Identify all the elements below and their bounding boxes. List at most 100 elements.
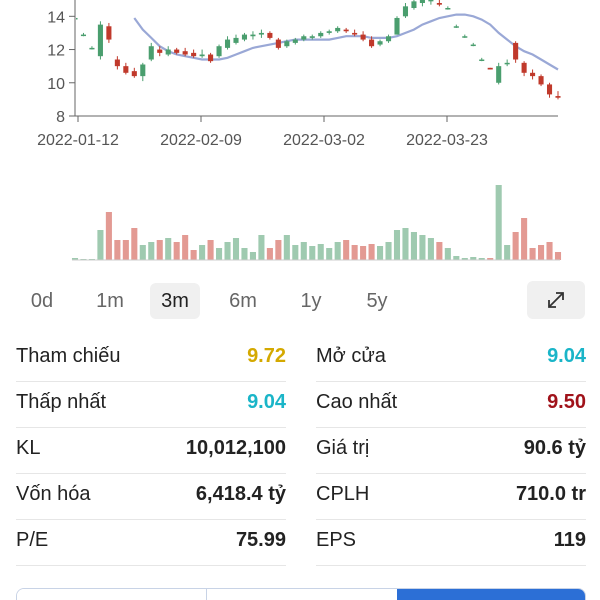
bottom-action-bar[interactable] — [16, 588, 586, 600]
volume-bar — [495, 185, 502, 260]
candle-body — [148, 46, 154, 60]
volume-bar — [393, 230, 401, 260]
stat-item: Vốn hóa 6,418.4 tỷ — [16, 474, 286, 520]
candle-body — [453, 26, 459, 28]
row-divider — [16, 565, 286, 566]
volume-bar — [410, 232, 417, 260]
volume-bar — [148, 242, 155, 260]
volume-bar — [292, 245, 299, 260]
candle-body — [123, 66, 129, 73]
x-tick-label: 2022-03-23 — [406, 132, 488, 149]
candle-body — [250, 34, 256, 37]
stats-row: KL 10,012,100 Giá trị 90.6 tỷ — [0, 428, 600, 474]
stat-item: Thấp nhất 9.04 — [16, 382, 286, 428]
stats-row: P/E 75.99 EPS 119 — [0, 520, 600, 566]
candle-body — [513, 42, 519, 60]
candle-body — [411, 1, 417, 8]
stat-value: 6,418.4 tỷ — [195, 483, 286, 505]
y-tick-label: 10 — [47, 76, 65, 93]
volume-bar — [419, 235, 426, 260]
volume-bar — [343, 240, 350, 260]
candle-body — [326, 31, 332, 33]
volume-bar — [402, 228, 409, 260]
y-tick-label: 12 — [47, 43, 65, 60]
stat-value: 9.04 — [247, 391, 286, 413]
candle-body — [496, 66, 502, 83]
x-tick-label: 2022-03-02 — [283, 132, 365, 149]
candle-body — [377, 41, 383, 45]
candle-body — [174, 49, 180, 53]
volume-bar — [275, 240, 282, 260]
candle-body — [292, 39, 298, 43]
candle-body — [258, 32, 264, 35]
stat-item: CPLH 710.0 tr — [316, 474, 586, 520]
candle-body — [385, 36, 392, 42]
price-chart[interactable]: 8 10 12 14 2022-01-12 2022-02-09 2022-03-02 202… — [0, 0, 600, 280]
tab-3m[interactable]: 3m — [150, 283, 200, 319]
tab-0d[interactable]: 0d — [20, 283, 64, 319]
volume-bar — [97, 230, 104, 260]
tab-1y[interactable]: 1y — [286, 283, 336, 319]
stat-item: KL 10,012,100 — [16, 428, 286, 474]
candle-body — [555, 96, 561, 98]
stat-item: P/E 75.99 — [16, 520, 286, 566]
stat-value: 119 — [553, 529, 586, 551]
candle-body — [131, 71, 137, 77]
volume-bar — [385, 242, 392, 260]
candle-body — [538, 76, 544, 85]
volume-bar — [266, 248, 273, 260]
volume-bar — [224, 242, 231, 260]
volume-bar — [360, 246, 367, 260]
volume-bar — [241, 248, 248, 260]
stat-label: Cao nhất — [316, 391, 398, 413]
expand-arrows-icon — [548, 292, 564, 308]
volume-bar — [105, 212, 112, 260]
volume-bar — [334, 242, 341, 260]
candle-body — [360, 34, 366, 40]
volume-bar — [317, 244, 324, 260]
y-tick-label: 8 — [56, 109, 65, 126]
bottom-action-segment-primary[interactable] — [397, 589, 585, 600]
candle-body — [216, 46, 222, 57]
candle-body — [309, 36, 315, 38]
stat-item: EPS 119 — [316, 520, 586, 566]
tab-6m[interactable]: 6m — [218, 283, 268, 319]
volume-bar — [512, 232, 519, 260]
stat-label: P/E — [16, 529, 49, 551]
stat-item: Giá trị 90.6 tỷ — [316, 428, 586, 474]
stat-item: Mở cửa 9.04 — [316, 336, 586, 382]
volume-bar — [351, 245, 358, 260]
candle-body — [97, 24, 103, 57]
row-divider — [316, 565, 586, 566]
tab-1m[interactable]: 1m — [86, 283, 134, 319]
volume-bar — [190, 250, 197, 260]
stat-value: 90.6 tỷ — [523, 437, 586, 459]
candle-body — [394, 17, 400, 35]
candle-body — [140, 64, 146, 77]
candle-body — [343, 29, 349, 32]
bottom-action-segment[interactable] — [207, 589, 397, 600]
bottom-action-segment[interactable] — [17, 589, 207, 600]
candle-body — [546, 84, 553, 95]
expand-chart-button[interactable] — [527, 281, 585, 319]
volume-bar — [249, 252, 256, 260]
candle-body — [470, 44, 476, 47]
stats-row: Vốn hóa 6,418.4 tỷ CPLH 710.0 tr — [0, 474, 600, 520]
volume-bar — [538, 245, 545, 260]
stat-value: 9.72 — [247, 345, 286, 367]
candle-body — [521, 62, 527, 73]
volume-bar — [165, 238, 172, 260]
stat-label: EPS — [316, 529, 357, 551]
candle-body — [165, 49, 171, 55]
stat-value: 75.99 — [235, 529, 286, 551]
candle-body — [428, 0, 434, 2]
volume-bar — [182, 235, 189, 260]
stat-label: Thấp nhất — [16, 391, 107, 413]
stats-row: Thấp nhất 9.04 Cao nhất 9.50 — [0, 382, 600, 428]
candle-body — [318, 32, 324, 37]
volume-bar — [309, 246, 316, 260]
volume-bar — [122, 240, 129, 260]
candle-body — [114, 59, 120, 67]
volume-bar — [232, 238, 240, 260]
tab-5y[interactable]: 5y — [352, 283, 402, 319]
